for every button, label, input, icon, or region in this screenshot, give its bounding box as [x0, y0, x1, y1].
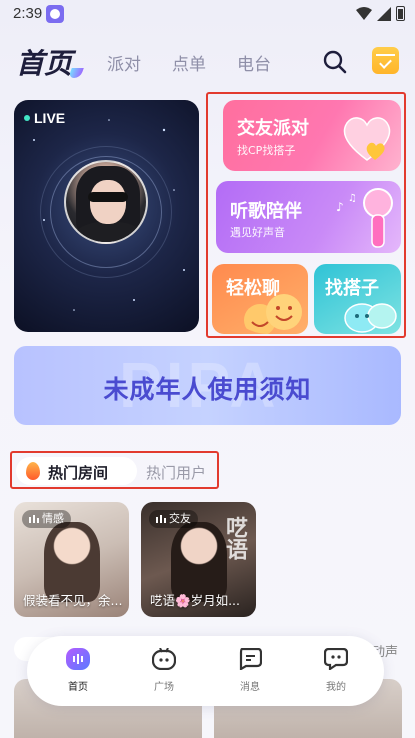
feature-title: 听歌陪伴 — [230, 201, 302, 222]
app-notification-icon — [46, 5, 64, 23]
audio-bars-icon — [156, 515, 166, 523]
nav-home[interactable]: 首页 — [48, 636, 108, 706]
status-icons — [356, 6, 405, 21]
wifi-icon — [356, 6, 372, 20]
room-tag: 情感 — [22, 510, 71, 528]
chat-bubbles-icon — [344, 303, 397, 333]
status-bar: 2:39 — [0, 0, 415, 28]
battery-icon — [396, 6, 405, 21]
signal-icon — [377, 6, 391, 21]
feature-card-music[interactable]: 听歌陪伴 遇见好声音 ♪ ♫ — [216, 181, 401, 253]
tab-home[interactable]: 首页 — [16, 42, 72, 82]
tab-hot-rooms-label: 热门房间 — [48, 464, 109, 482]
home-icon — [66, 648, 90, 670]
tab-hot-rooms[interactable]: 热门房间 — [16, 457, 137, 485]
fire-icon — [26, 462, 40, 480]
plaza-icon — [152, 648, 176, 670]
feature-title: 交友派对 — [237, 118, 309, 139]
live-badge: LIVE — [24, 110, 65, 126]
feature-subtitle: 遇见好声音 — [230, 226, 285, 239]
room-cover-text: 呓语 — [222, 516, 247, 560]
nav-messages[interactable]: 消息 — [220, 636, 280, 706]
status-time: 2:39 — [13, 5, 43, 22]
banner-text: 未成年人使用须知 — [103, 375, 312, 404]
nav-plaza-label: 广场 — [154, 682, 174, 693]
audio-bars-icon — [29, 515, 39, 523]
nav-home-label: 首页 — [68, 682, 88, 693]
svg-text:♪: ♪ — [336, 200, 344, 214]
minor-notice-banner[interactable]: PIPA 未成年人使用须知 — [14, 346, 401, 425]
host-avatar — [64, 160, 148, 244]
tab-order[interactable]: 点单 — [172, 50, 206, 75]
nav-plaza[interactable]: 广场 — [134, 636, 194, 706]
svg-text:♫: ♫ — [348, 193, 357, 204]
feature-subtitle: 找CP找搭子 — [237, 144, 296, 157]
live-dot-icon — [24, 115, 30, 121]
microphone-icon: ♪ ♫ — [336, 188, 393, 248]
bottom-nav: 首页 广场 消息 我的 — [27, 636, 384, 706]
room-title: 假装看不见，余... — [23, 593, 123, 608]
feature-card-chat[interactable]: 轻松聊 — [212, 264, 308, 334]
heart-icon — [343, 117, 391, 161]
room-title: 呓语🌸岁月如... — [150, 593, 240, 608]
tab-hot-users[interactable]: 热门用户 — [146, 462, 206, 483]
profile-icon — [324, 648, 348, 670]
active-tab-indicator — [68, 68, 84, 78]
top-nav: 首页 派对 点单 电台 — [0, 40, 415, 84]
room-card[interactable]: 呓语 交友 呓语🌸岁月如... — [141, 502, 256, 617]
tab-party[interactable]: 派对 — [107, 50, 141, 75]
nav-messages-label: 消息 — [240, 682, 260, 693]
room-tag-label: 情感 — [42, 512, 64, 525]
message-icon — [239, 648, 262, 670]
room-tag-label: 交友 — [169, 512, 191, 525]
search-icon[interactable] — [322, 49, 348, 75]
live-room-card[interactable]: LIVE — [14, 100, 199, 332]
room-tag: 交友 — [149, 510, 198, 528]
live-badge-label: LIVE — [34, 110, 66, 126]
tab-radio[interactable]: 电台 — [237, 50, 271, 75]
room-card[interactable]: 情感 假装看不见，余... — [14, 502, 129, 617]
nav-profile[interactable]: 我的 — [306, 636, 366, 706]
emoji-faces-icon — [244, 294, 302, 334]
feature-card-party[interactable]: 交友派对 找CP找搭子 — [223, 100, 401, 171]
feature-card-partner[interactable]: 找搭子 — [314, 264, 401, 334]
nav-profile-label: 我的 — [326, 682, 346, 693]
checkin-calendar-icon[interactable] — [372, 47, 399, 74]
